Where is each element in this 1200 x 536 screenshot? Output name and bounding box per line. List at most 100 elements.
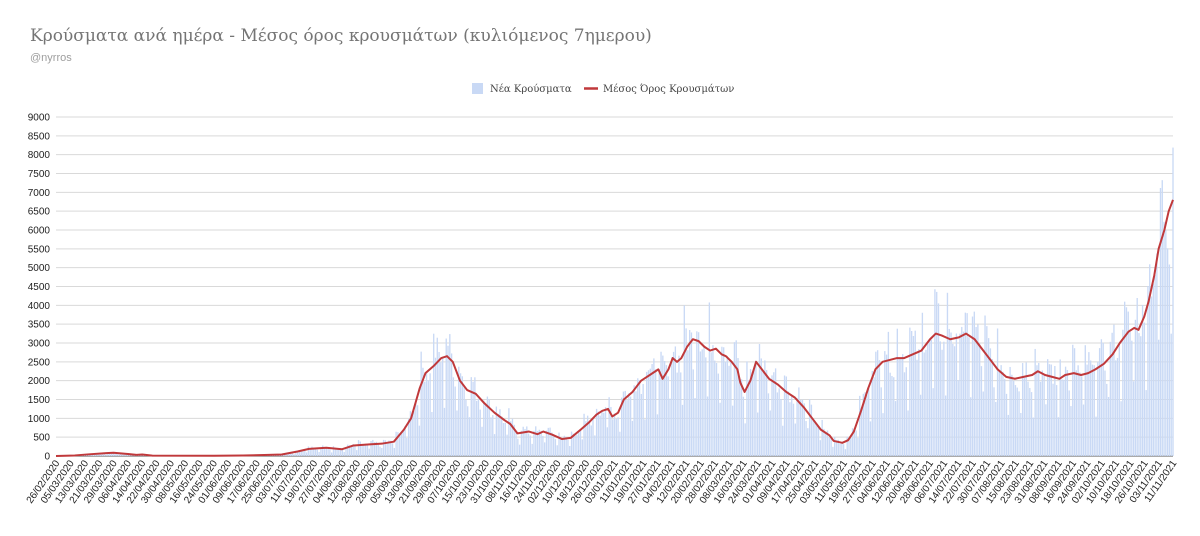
y-tick-label: 4500: [28, 282, 51, 293]
daily-cases-bar: [975, 327, 977, 456]
daily-cases-bar: [606, 427, 609, 456]
daily-cases-bar: [449, 334, 451, 456]
daily-cases-bar: [651, 364, 653, 456]
daily-cases-bar: [805, 421, 807, 456]
daily-cases-bar: [479, 409, 481, 456]
daily-cases-bar: [540, 430, 542, 456]
daily-cases-bar: [687, 350, 689, 456]
daily-cases-bar: [415, 401, 417, 456]
daily-cases-bar: [604, 407, 607, 456]
y-tick-label: 500: [33, 433, 50, 444]
daily-cases-bar: [1168, 264, 1171, 456]
chart-svg: 0 500 1000 1500 2000 2500 3000 3500 4000 4500 5000…: [25, 83, 1180, 506]
daily-cases-bar: [701, 349, 703, 456]
daily-cases-bar: [1047, 359, 1049, 456]
daily-cases-bar: [506, 434, 508, 456]
daily-cases-bar: [1166, 248, 1169, 456]
daily-cases-bar: [368, 448, 370, 456]
daily-cases-bar: [1091, 364, 1094, 456]
daily-cases-bar: [1132, 381, 1135, 456]
y-tick-label: 6000: [28, 226, 51, 237]
daily-cases-bar: [821, 419, 823, 456]
daily-cases-bar: [463, 387, 465, 456]
daily-cases-bar: [882, 413, 884, 456]
daily-cases-bar: [798, 387, 800, 456]
daily-cases-bar: [742, 396, 745, 456]
daily-cases-bar: [816, 425, 818, 456]
daily-cases-bar: [774, 368, 777, 456]
daily-cases-bar: [885, 354, 888, 456]
daily-cases-bar: [434, 357, 437, 456]
daily-cases-bar: [996, 328, 999, 456]
daily-cases-bar: [1086, 364, 1088, 456]
daily-cases-bar: [692, 369, 694, 456]
daily-cases-bar: [529, 435, 532, 456]
daily-cases-bar: [1077, 365, 1079, 456]
daily-cases-bar: [765, 370, 768, 456]
daily-cases-bar: [1004, 379, 1006, 456]
daily-cases-bar: [465, 399, 467, 456]
daily-cases-bar: [619, 431, 621, 456]
daily-cases-bar: [1158, 339, 1160, 456]
daily-cases-bar: [658, 369, 660, 456]
y-tick-label: 1000: [28, 414, 51, 425]
daily-cases-bar: [649, 368, 651, 456]
daily-cases-bar: [672, 351, 675, 456]
daily-cases-bar: [318, 451, 320, 456]
daily-cases-bar: [699, 351, 702, 456]
daily-cases-bar: [910, 331, 913, 456]
y-tick-label: 9000: [28, 113, 51, 124]
daily-cases-bar: [721, 346, 723, 456]
daily-cases-bar: [475, 400, 478, 456]
daily-cases-bar: [92, 455, 95, 456]
daily-cases-bar: [504, 422, 506, 456]
daily-cases-bar: [984, 315, 986, 456]
daily-cases-bar: [905, 367, 907, 456]
legend[interactable]: Νέα Κρούσματα Μέσος Όρος Κρουσμάτων: [472, 83, 734, 95]
daily-cases-bar: [936, 291, 938, 456]
daily-cases-bar: [470, 377, 472, 456]
daily-cases-bar: [561, 438, 564, 456]
daily-cases-bar: [517, 438, 519, 456]
daily-cases-bar: [794, 423, 796, 456]
daily-cases-bar: [1084, 345, 1086, 456]
daily-cases-bar: [728, 365, 730, 456]
daily-cases-bar: [735, 340, 737, 456]
daily-cases-bar: [785, 376, 788, 456]
legend-swatch-bars: [472, 83, 483, 94]
daily-cases-bar: [841, 442, 843, 456]
daily-cases-bar: [961, 326, 963, 456]
y-tick-label: 7500: [28, 169, 51, 180]
daily-cases-bar: [828, 437, 830, 456]
daily-cases-bar: [581, 439, 583, 456]
daily-cases-bar: [1036, 365, 1038, 456]
daily-cases-bar: [787, 391, 789, 456]
daily-cases-bar: [717, 373, 719, 456]
daily-cases-bar: [697, 332, 700, 456]
daily-cases-bar: [776, 392, 779, 456]
daily-cases-bar: [893, 377, 895, 456]
daily-cases-bar: [1170, 333, 1172, 456]
daily-cases-bar: [1141, 305, 1144, 456]
daily-cases-bar: [635, 391, 637, 456]
daily-cases-bar: [1111, 332, 1113, 456]
daily-cases-bar: [810, 404, 813, 456]
daily-cases-bar: [959, 333, 961, 456]
daily-cases-bar: [950, 332, 952, 456]
daily-cases-bar: [1079, 372, 1081, 456]
daily-cases-bar: [603, 412, 605, 456]
daily-cases-bar: [578, 432, 580, 456]
daily-cases-bar: [570, 431, 573, 456]
daily-cases-bar: [993, 387, 995, 456]
y-tick-label: 8500: [28, 131, 51, 142]
daily-cases-bar: [1118, 344, 1120, 456]
daily-cases-bar: [1136, 298, 1138, 456]
daily-cases-bar: [1134, 319, 1137, 456]
daily-cases-bar: [968, 337, 970, 456]
daily-cases-bar: [1107, 397, 1110, 456]
daily-cases-bar: [363, 444, 365, 456]
daily-cases-bar: [995, 401, 997, 456]
daily-cases-bar: [644, 419, 646, 456]
daily-cases-bar: [411, 415, 413, 456]
daily-cases-bar: [1016, 387, 1018, 456]
